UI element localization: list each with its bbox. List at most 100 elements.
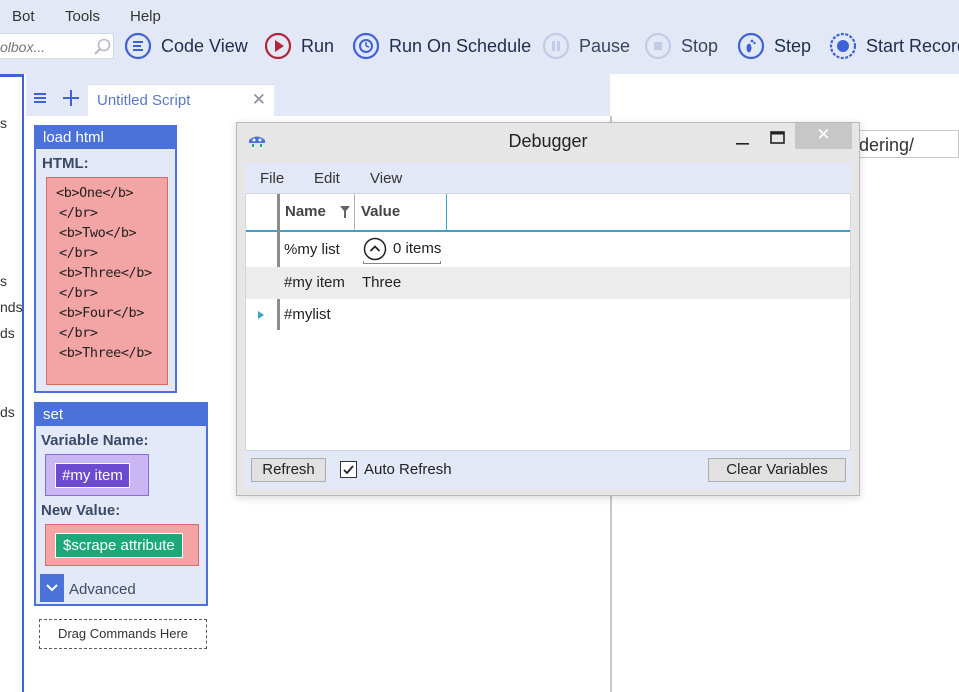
- toolbox-item[interactable]: s: [0, 115, 23, 131]
- new-tab-button[interactable]: [59, 86, 83, 110]
- url-field[interactable]: dering/: [852, 130, 959, 158]
- checkmark-icon: [343, 465, 354, 475]
- variable-value: Three: [362, 274, 402, 291]
- toolbox-item[interactable]: ds: [0, 325, 23, 341]
- pause-icon: [542, 32, 570, 60]
- menu-edit[interactable]: Edit: [314, 170, 340, 187]
- url-field-text: dering/: [859, 135, 915, 155]
- load-html-block[interactable]: load html HTML: <b>One</b> </br> <b>Two<…: [34, 125, 177, 393]
- code-view-button[interactable]: Code View: [124, 30, 248, 62]
- html-input[interactable]: <b>One</b> </br> <b>Two</b> </br> <b>Thr…: [46, 177, 168, 385]
- debugger-menubar: File Edit View: [245, 163, 851, 193]
- debugger-title: Debugger: [508, 131, 588, 151]
- html-line: </br>: [59, 245, 98, 261]
- debugger-window: Debugger ✕ File Edit View Name Value %my…: [236, 122, 860, 496]
- pause-button[interactable]: Pause: [542, 30, 630, 62]
- variable-name-label: Variable Name:: [41, 432, 149, 449]
- toolbox-item[interactable]: s: [0, 273, 23, 289]
- set-block[interactable]: set Variable Name: #my item New Value: $…: [34, 402, 208, 606]
- html-line: </br>: [59, 325, 98, 341]
- pause-label: Pause: [579, 35, 631, 56]
- html-line: </br>: [59, 205, 98, 221]
- html-line: <b>Four</b>: [59, 305, 145, 321]
- tab-untitled-script[interactable]: Untitled Script ✕: [88, 84, 274, 116]
- script-tab-bar: Untitled Script ✕: [26, 74, 610, 116]
- hamburger-icon: [34, 93, 46, 103]
- list-bar: [363, 261, 441, 264]
- toolbox-item[interactable]: ds: [0, 404, 23, 420]
- menu-file[interactable]: File: [260, 170, 284, 187]
- new-value-label: New Value:: [41, 502, 121, 519]
- schedule-icon: [352, 32, 380, 60]
- plus-icon: [63, 90, 79, 106]
- step-button[interactable]: Step: [737, 30, 811, 62]
- chevron-down-icon: [46, 584, 58, 592]
- list-item-count: 0 items: [393, 240, 442, 257]
- html-line: <b>One</b>: [56, 185, 134, 201]
- start-recording-button[interactable]: Start Record: [829, 30, 959, 62]
- variable-name: %my list: [284, 241, 340, 258]
- column-value-header[interactable]: Value: [355, 194, 447, 230]
- list-expander[interactable]: 0 items: [362, 237, 442, 264]
- debugger-footer: Refresh Auto Refresh Clear Variables: [245, 451, 851, 489]
- drag-commands-drop-zone[interactable]: Drag Commands Here: [39, 619, 207, 649]
- maximize-icon[interactable]: [769, 128, 787, 150]
- html-line: <b>Three</b>: [59, 265, 152, 281]
- stop-label: Stop: [681, 35, 719, 56]
- variable-name: #mylist: [284, 306, 331, 323]
- grid-row[interactable]: %my list 0 items: [246, 234, 850, 266]
- toolbox-search: [0, 33, 114, 59]
- toolbox-panel: [0, 74, 24, 692]
- toolbox-search-input[interactable]: [0, 38, 90, 56]
- variable-name: #my item: [284, 274, 345, 291]
- advanced-toggle[interactable]: [40, 574, 64, 602]
- close-icon[interactable]: ✕: [252, 90, 266, 110]
- start-recording-label: Start Record: [866, 35, 959, 56]
- column-name-header[interactable]: Name: [277, 194, 355, 230]
- step-label: Step: [774, 35, 812, 56]
- menu-tools[interactable]: Tools: [65, 8, 100, 25]
- menu-help[interactable]: Help: [130, 8, 161, 25]
- column-name-label: Name: [285, 203, 326, 220]
- grid-row[interactable]: #my item Three: [246, 267, 850, 299]
- advanced-label[interactable]: Advanced: [69, 581, 136, 598]
- stop-button[interactable]: Stop: [644, 30, 718, 62]
- minimize-icon[interactable]: [733, 128, 753, 150]
- expand-triangle-icon[interactable]: [257, 310, 265, 320]
- menu-view[interactable]: View: [370, 170, 402, 187]
- block-title: load html: [36, 127, 175, 149]
- run-button[interactable]: Run: [264, 30, 334, 62]
- variables-grid: Name Value %my list 0 items #my item Thr…: [245, 193, 851, 451]
- toolbox-item[interactable]: nds: [0, 299, 23, 315]
- grid-header: Name Value: [246, 194, 850, 232]
- auto-refresh-label[interactable]: Auto Refresh: [364, 461, 452, 478]
- code-view-icon: [124, 32, 152, 60]
- top-toolbar: Bot Tools Help Code View Run R: [0, 0, 959, 74]
- variable-slot[interactable]: #my item: [45, 454, 149, 496]
- variable-chip[interactable]: #my item: [55, 463, 130, 488]
- menu-bot[interactable]: Bot: [12, 8, 35, 25]
- html-label: HTML:: [42, 155, 89, 172]
- refresh-button[interactable]: Refresh: [251, 458, 326, 482]
- tab-title: Untitled Script: [97, 92, 191, 109]
- block-title: set: [36, 404, 206, 426]
- close-icon[interactable]: ✕: [795, 123, 852, 149]
- search-icon[interactable]: [92, 37, 112, 57]
- run-label: Run: [301, 35, 335, 56]
- filter-icon[interactable]: [340, 206, 350, 218]
- chevron-up-icon: [363, 237, 387, 261]
- run-on-schedule-button[interactable]: Run On Schedule: [352, 30, 531, 62]
- run-on-schedule-label: Run On Schedule: [389, 35, 532, 56]
- auto-refresh-checkbox[interactable]: [340, 461, 357, 478]
- value-chip[interactable]: $scrape attribute: [55, 533, 183, 558]
- stop-icon: [644, 32, 672, 60]
- toolbox-panel-accent: [0, 74, 24, 77]
- tab-menu-button[interactable]: [28, 86, 52, 110]
- code-view-label: Code View: [161, 35, 248, 56]
- html-line: </br>: [59, 285, 98, 301]
- clear-variables-button[interactable]: Clear Variables: [708, 458, 846, 482]
- value-slot[interactable]: $scrape attribute: [45, 524, 199, 566]
- record-icon: [829, 32, 857, 60]
- play-icon: [264, 32, 292, 60]
- grid-row[interactable]: #mylist: [246, 299, 850, 331]
